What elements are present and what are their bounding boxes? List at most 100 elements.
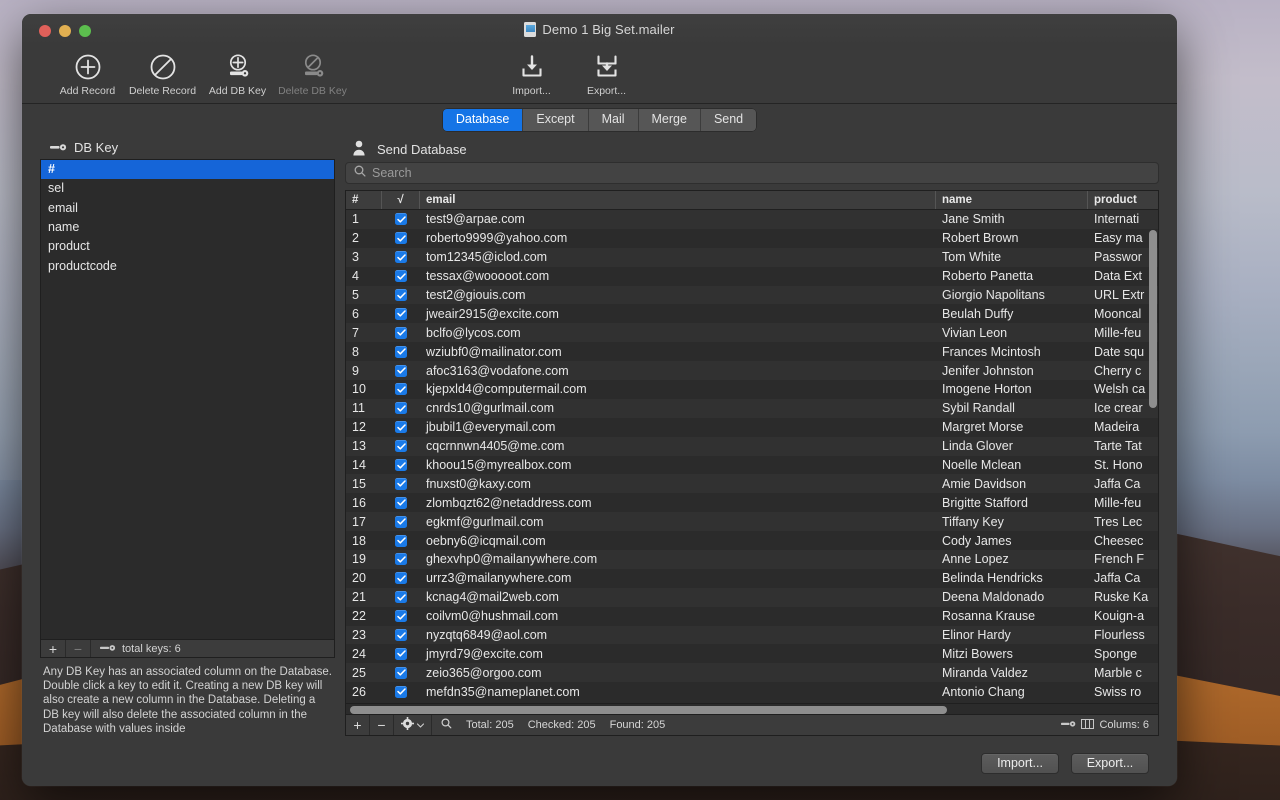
table-body[interactable]: 1test9@arpae.comJane SmithInternati2robe…: [346, 210, 1158, 714]
toolbar-add-db-key[interactable]: Add DB Key: [200, 49, 275, 97]
table-row[interactable]: 7bclfo@lycos.comVivian LeonMille-feu: [346, 323, 1158, 342]
row-checkbox[interactable]: [382, 629, 420, 641]
settings-menu-button[interactable]: [394, 715, 432, 735]
row-checkbox[interactable]: [382, 232, 420, 244]
row-checkbox[interactable]: [382, 478, 420, 490]
cell-email: zeio365@orgoo.com: [420, 666, 936, 680]
column-header-number[interactable]: #: [346, 191, 382, 209]
table-row[interactable]: 21kcnag4@mail2web.comDeena MaldonadoRusk…: [346, 588, 1158, 607]
row-checkbox[interactable]: [382, 516, 420, 528]
toolbar-add-record[interactable]: Add Record: [50, 49, 125, 97]
db-key-item-name[interactable]: name: [41, 218, 334, 237]
status-total: Total: 205: [466, 719, 514, 731]
row-checkbox[interactable]: [382, 289, 420, 301]
cell-name: Anne Lopez: [936, 552, 1088, 566]
db-key-list[interactable]: # sel email name product productcode: [40, 159, 335, 639]
table-row[interactable]: 26mefdn35@nameplanet.comAntonio ChangSwi…: [346, 682, 1158, 701]
row-checkbox[interactable]: [382, 648, 420, 660]
row-checkbox[interactable]: [382, 667, 420, 679]
vertical-scrollbar-thumb[interactable]: [1149, 230, 1157, 408]
row-checkbox[interactable]: [382, 459, 420, 471]
remove-record-button[interactable]: −: [370, 715, 394, 735]
table-row[interactable]: 13cqcrnnwn4405@me.comLinda GloverTarte T…: [346, 437, 1158, 456]
column-header-name[interactable]: name: [936, 191, 1088, 209]
remove-db-key-button[interactable]: −: [66, 640, 91, 657]
db-key-item-sel[interactable]: sel: [41, 179, 334, 198]
row-checkbox[interactable]: [382, 497, 420, 509]
tab-except[interactable]: Except: [523, 109, 588, 131]
row-checkbox[interactable]: [382, 346, 420, 358]
row-checkbox[interactable]: [382, 308, 420, 320]
add-record-button[interactable]: +: [346, 715, 370, 735]
row-checkbox[interactable]: [382, 402, 420, 414]
table-row[interactable]: 20urrz3@mailanywhere.comBelinda Hendrick…: [346, 569, 1158, 588]
table-row[interactable]: 8wziubf0@mailinator.comFrances McintoshD…: [346, 342, 1158, 361]
table-row[interactable]: 1test9@arpae.comJane SmithInternati: [346, 210, 1158, 229]
tab-mail[interactable]: Mail: [589, 109, 639, 131]
db-key-item-productcode[interactable]: productcode: [41, 257, 334, 276]
cell-number: 25: [346, 666, 382, 680]
person-icon: [352, 140, 366, 159]
row-checkbox[interactable]: [382, 383, 420, 395]
no-entry-icon: [147, 52, 179, 82]
table-row[interactable]: 25zeio365@orgoo.comMiranda ValdezMarble …: [346, 663, 1158, 682]
cell-name: Imogene Horton: [936, 382, 1088, 396]
table-row[interactable]: 12jbubil1@everymail.comMargret MorseMade…: [346, 418, 1158, 437]
table-row[interactable]: 18oebny6@icqmail.comCody JamesCheesec: [346, 531, 1158, 550]
row-checkbox[interactable]: [382, 535, 420, 547]
row-checkbox[interactable]: [382, 610, 420, 622]
export-button[interactable]: Export...: [1071, 753, 1149, 774]
tab-send[interactable]: Send: [701, 109, 756, 131]
horizontal-scrollbar[interactable]: [346, 703, 1158, 714]
add-db-key-button[interactable]: +: [41, 640, 66, 657]
table-row[interactable]: 4tessax@wooooot.comRoberto PanettaData E…: [346, 267, 1158, 286]
table-row[interactable]: 17egkmf@gurlmail.comTiffany KeyTres Lec: [346, 512, 1158, 531]
table-row[interactable]: 15fnuxst0@kaxy.comAmie DavidsonJaffa Ca: [346, 474, 1158, 493]
row-checkbox[interactable]: [382, 251, 420, 263]
table-row[interactable]: 2roberto9999@yahoo.comRobert BrownEasy m…: [346, 229, 1158, 248]
db-key-item-hash[interactable]: #: [41, 160, 334, 179]
table-row[interactable]: 3tom12345@iclod.comTom WhitePasswor: [346, 248, 1158, 267]
table-row[interactable]: 16zlombqzt62@netaddress.comBrigitte Staf…: [346, 493, 1158, 512]
db-key-item-email[interactable]: email: [41, 199, 334, 218]
toolbar-import[interactable]: Import...: [494, 49, 569, 97]
cell-email: kcnag4@mail2web.com: [420, 590, 936, 604]
row-checkbox[interactable]: [382, 553, 420, 565]
search-bar[interactable]: [345, 162, 1159, 184]
table-row[interactable]: 5test2@giouis.comGiorgio NapolitansURL E…: [346, 286, 1158, 305]
toolbar-export[interactable]: Export...: [569, 49, 644, 97]
cell-email: urrz3@mailanywhere.com: [420, 571, 936, 585]
row-checkbox[interactable]: [382, 440, 420, 452]
row-checkbox[interactable]: [382, 686, 420, 698]
toolbar-delete-record[interactable]: Delete Record: [125, 49, 200, 97]
row-checkbox[interactable]: [382, 421, 420, 433]
table-row[interactable]: 22coilvm0@hushmail.comRosanna KrauseKoui…: [346, 607, 1158, 626]
status-columns-info: Colums: 6: [1061, 719, 1158, 732]
column-header-email[interactable]: email: [420, 191, 936, 209]
toolbar-delete-db-key[interactable]: Delete DB Key: [275, 49, 350, 97]
row-checkbox[interactable]: [382, 572, 420, 584]
window-title: Demo 1 Big Set.mailer: [542, 22, 674, 37]
row-checkbox[interactable]: [382, 327, 420, 339]
table-row[interactable]: 19ghexvhp0@mailanywhere.comAnne LopezFre…: [346, 550, 1158, 569]
row-checkbox[interactable]: [382, 213, 420, 225]
search-input[interactable]: [372, 166, 1150, 180]
table-status-bar: + −: [345, 715, 1159, 736]
row-checkbox[interactable]: [382, 365, 420, 377]
db-key-item-product[interactable]: product: [41, 237, 334, 256]
import-button[interactable]: Import...: [981, 753, 1059, 774]
table-row[interactable]: 24jmyrd79@excite.comMitzi BowersSponge: [346, 644, 1158, 663]
table-row[interactable]: 10kjepxld4@computermail.comImogene Horto…: [346, 380, 1158, 399]
table-row[interactable]: 11cnrds10@gurlmail.comSybil RandallIce c…: [346, 399, 1158, 418]
table-row[interactable]: 6jweair2915@excite.comBeulah DuffyMoonca…: [346, 304, 1158, 323]
tab-database[interactable]: Database: [443, 109, 524, 131]
tab-merge[interactable]: Merge: [639, 109, 701, 131]
horizontal-scrollbar-thumb[interactable]: [350, 706, 947, 714]
table-row[interactable]: 23nyzqtq6849@aol.comElinor HardyFlourles…: [346, 626, 1158, 645]
row-checkbox[interactable]: [382, 270, 420, 282]
table-row[interactable]: 9afoc3163@vodafone.comJenifer JohnstonCh…: [346, 361, 1158, 380]
table-row[interactable]: 14khoou15@myrealbox.comNoelle McleanSt. …: [346, 456, 1158, 475]
column-header-check[interactable]: √: [382, 191, 420, 209]
row-checkbox[interactable]: [382, 591, 420, 603]
column-header-product[interactable]: product: [1088, 191, 1158, 209]
